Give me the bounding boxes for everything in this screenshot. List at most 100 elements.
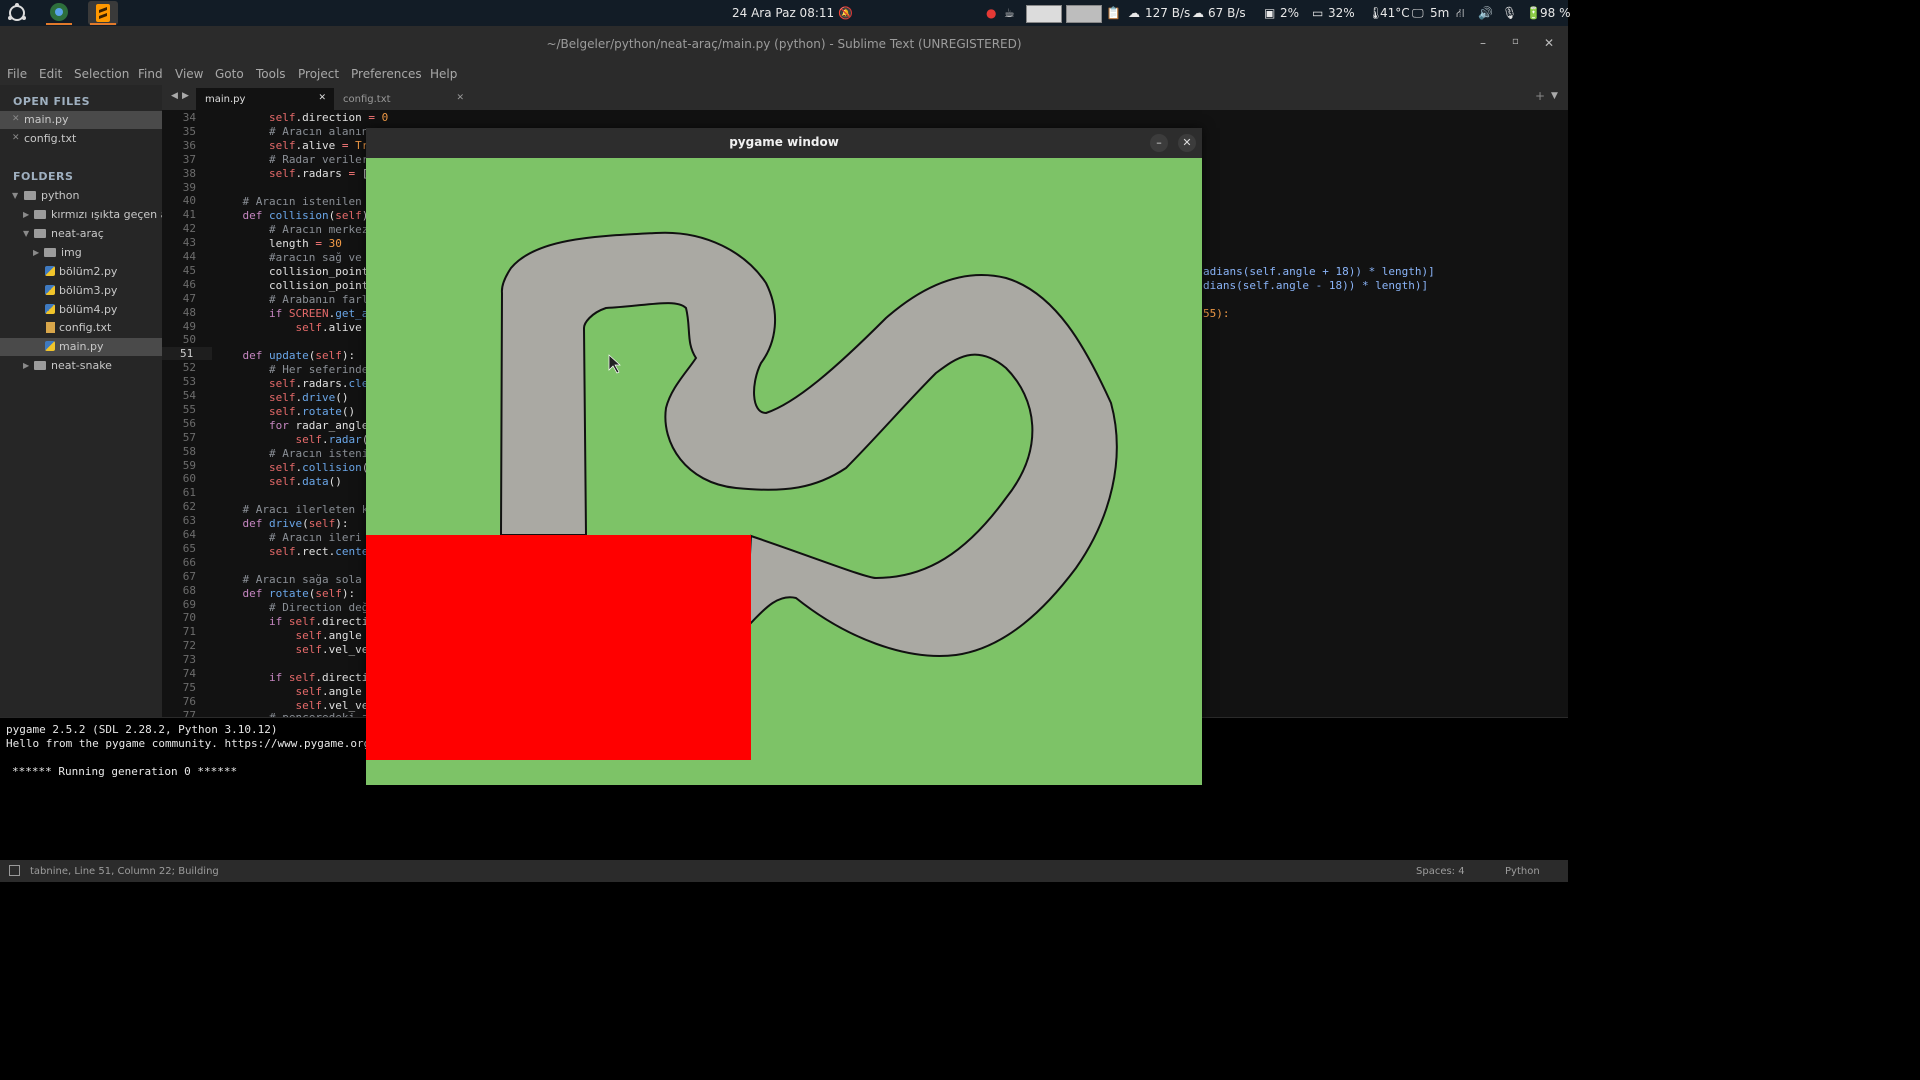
tree-folder-kirmizi[interactable]: ▶ kırmızı ışıkta geçen araç: [0, 206, 162, 224]
tree-file-config[interactable]: config.txt: [0, 319, 162, 337]
top-panel: 24 Ara Paz 08:11 🔕 ● ☕ 📋 ☁ 127 B/s ☁ 67 …: [0, 0, 1571, 26]
tree-folder-neat-arac[interactable]: ▼ neat-araç: [0, 225, 162, 243]
panel-toggle-icon[interactable]: [9, 865, 20, 876]
chevron-right-icon: ▶: [23, 361, 30, 370]
sidebar: OPEN FILES ✕ main.py ✕ config.txt FOLDER…: [0, 85, 162, 717]
menu-selection[interactable]: Selection: [74, 67, 129, 81]
menu-view[interactable]: View: [175, 67, 203, 81]
menu-project[interactable]: Project: [298, 67, 339, 81]
tab-close-icon[interactable]: ✕: [456, 93, 464, 103]
tree-file-bolum4[interactable]: bölüm4.py: [0, 301, 162, 319]
line-number: 63: [182, 514, 196, 528]
window-titlebar[interactable]: ~/Belgeler/python/neat-araç/main.py (pyt…: [0, 26, 1568, 63]
record-icon[interactable]: ●: [986, 6, 996, 20]
line-number: 56: [182, 416, 196, 430]
line-number: 53: [182, 375, 196, 389]
console-line: Hello from the pygame community. https:/…: [6, 737, 371, 750]
line-number: 35: [182, 124, 196, 138]
python-file-icon: [45, 285, 55, 295]
line-number: 61: [182, 486, 196, 500]
chevron-right-icon: ▶: [23, 210, 30, 219]
battery-icon[interactable]: 🔋: [1526, 6, 1541, 20]
line-number: 47: [182, 291, 196, 305]
memory-usage: 32%: [1328, 6, 1355, 20]
menu-file[interactable]: File: [7, 67, 27, 81]
chrome-icon[interactable]: [44, 1, 74, 25]
minimize-icon[interactable]: –: [1480, 36, 1486, 50]
tree-folder-python[interactable]: ▼ python: [0, 187, 162, 205]
pygame-window-title: pygame window: [729, 135, 839, 149]
minimize-icon[interactable]: –: [1150, 134, 1168, 152]
tree-label: bölüm4.py: [59, 303, 118, 316]
line-number: 71: [182, 625, 196, 639]
line-number: 66: [182, 555, 196, 569]
menu-bar: File Edit Selection Find View Goto Tools…: [0, 63, 1568, 85]
notifications-off-icon[interactable]: 🔕: [838, 6, 853, 20]
open-file-label: config.txt: [24, 132, 77, 145]
tab-prev-icon[interactable]: ◀: [171, 91, 178, 101]
clock[interactable]: 24 Ara Paz 08:11: [732, 6, 834, 20]
close-file-icon[interactable]: ✕: [12, 133, 20, 143]
open-file-main[interactable]: ✕ main.py: [0, 111, 162, 129]
console-line: pygame 2.5.2 (SDL 2.28.2, Python 3.10.12…: [6, 723, 278, 736]
line-number: 76: [182, 694, 196, 708]
open-file-config[interactable]: ✕ config.txt: [0, 130, 162, 148]
mic-off-icon[interactable]: 🎙: [1502, 6, 1517, 20]
sublime-text-icon[interactable]: [88, 1, 118, 25]
coffee-icon[interactable]: ☕: [1004, 6, 1015, 20]
tree-label: neat-araç: [51, 227, 104, 240]
menu-edit[interactable]: Edit: [39, 67, 62, 81]
indentation-status[interactable]: Spaces: 4: [1416, 866, 1465, 877]
line-number: 38: [182, 166, 196, 180]
maximize-icon[interactable]: ▫: [1512, 36, 1519, 47]
uptime: 5m: [1430, 6, 1450, 20]
close-icon[interactable]: ✕: [1178, 134, 1196, 152]
activities-icon[interactable]: [4, 1, 30, 25]
workspace-2[interactable]: [1066, 5, 1102, 23]
line-number: 70: [182, 611, 196, 625]
line-number: 39: [182, 180, 196, 194]
tab-menu-icon[interactable]: ▼: [1551, 91, 1558, 101]
line-number: 72: [182, 639, 196, 653]
menu-goto[interactable]: Goto: [215, 67, 244, 81]
tree-file-bolum3[interactable]: bölüm3.py: [0, 282, 162, 300]
pygame-window[interactable]: pygame window – ✕: [366, 128, 1202, 785]
line-number: 75: [182, 680, 196, 694]
line-number: 64: [182, 528, 196, 541]
line-number: 57: [182, 430, 196, 444]
tab-label: main.py: [205, 94, 246, 105]
line-number: 65: [182, 541, 196, 555]
chevron-down-icon: ▼: [23, 229, 30, 238]
tree-label: img: [61, 246, 82, 259]
menu-help[interactable]: Help: [430, 67, 457, 81]
line-number: 55: [182, 402, 196, 416]
tab-config-txt[interactable]: config.txt ✕: [334, 88, 472, 110]
tree-label: config.txt: [59, 321, 112, 334]
tree-folder-neat-snake[interactable]: ▶ neat-snake: [0, 357, 162, 375]
close-icon[interactable]: ✕: [1544, 36, 1554, 50]
tab-main-py[interactable]: main.py ✕: [196, 88, 334, 110]
network-icon[interactable]: ⛙: [1456, 6, 1464, 22]
volume-icon[interactable]: 🔊: [1478, 6, 1493, 20]
tree-file-main[interactable]: main.py: [0, 338, 162, 356]
tree-file-bolum2[interactable]: bölüm2.py: [0, 263, 162, 281]
line-number: 59: [182, 458, 196, 472]
close-file-icon[interactable]: ✕: [12, 114, 20, 124]
menu-find[interactable]: Find: [138, 67, 163, 81]
menu-preferences[interactable]: Preferences: [351, 67, 422, 81]
menu-tools[interactable]: Tools: [256, 67, 286, 81]
status-text: tabnine, Line 51, Column 22; Building: [30, 866, 219, 877]
game-canvas[interactable]: [366, 158, 1202, 785]
line-number: 62: [182, 500, 196, 514]
folders-header: FOLDERS: [13, 170, 74, 183]
tree-folder-img[interactable]: ▶ img: [0, 244, 162, 262]
tab-close-icon[interactable]: ✕: [318, 93, 326, 103]
clipboard-icon[interactable]: 📋: [1106, 6, 1121, 20]
tab-next-icon[interactable]: ▶: [182, 91, 189, 101]
syntax-status[interactable]: Python: [1505, 866, 1540, 877]
line-number: 48: [182, 305, 196, 319]
line-number: 45: [182, 263, 196, 277]
new-tab-icon[interactable]: +: [1535, 89, 1545, 103]
folder-icon: [34, 210, 46, 219]
workspace-1[interactable]: [1026, 5, 1062, 23]
